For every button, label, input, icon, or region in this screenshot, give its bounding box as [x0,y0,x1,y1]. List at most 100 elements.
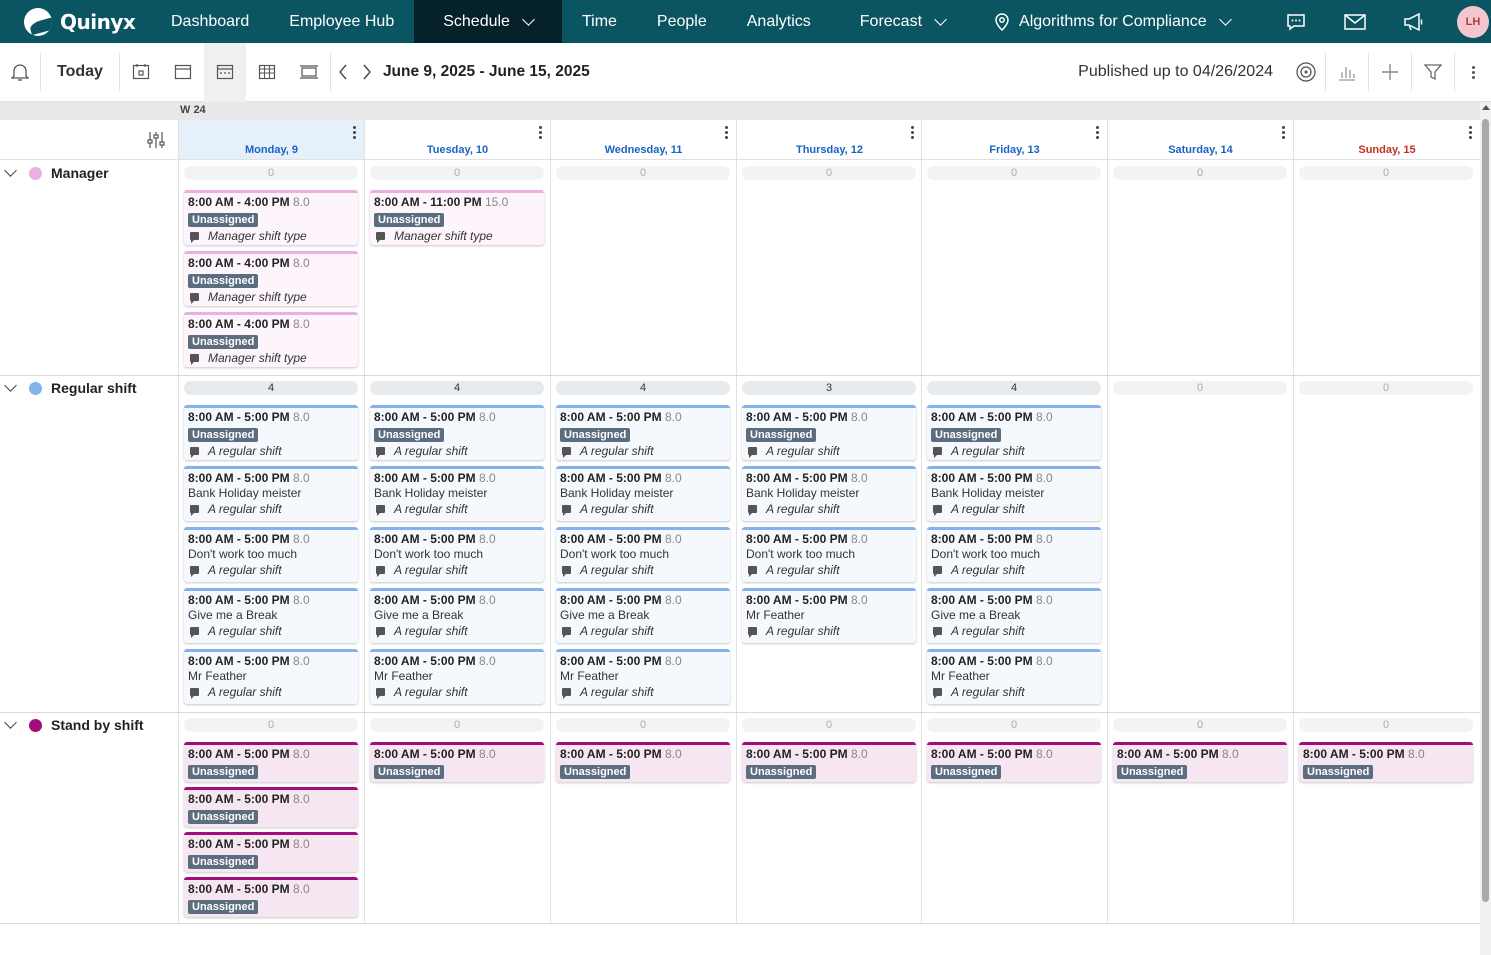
shift-card[interactable]: 8:00 AM - 5:00 PM 8.0 Give me a Break A re… [556,588,730,643]
today-button[interactable]: Today [41,43,119,102]
shift-card[interactable]: 8:00 AM - 5:00 PM 8.0 Give me a Break A re… [927,588,1101,643]
add-shift-button[interactable] [1369,43,1411,102]
nav-people[interactable]: People [637,0,727,43]
shift-card[interactable]: 8:00 AM - 5:00 PM 8.0 Unassigned [1299,742,1473,782]
group-header[interactable]: Manager [0,163,109,183]
shift-time: 8:00 AM - 5:00 PM 8.0 [560,410,726,425]
shift-card[interactable]: 8:00 AM - 5:00 PM 8.0 Bank Holiday meiste… [742,466,916,521]
shift-hours: 8.0 [478,593,496,607]
kebab-icon[interactable] [353,126,356,139]
day-header[interactable]: Friday, 13 [921,120,1107,160]
shift-card[interactable]: 8:00 AM - 5:00 PM 8.0 Unassigned A regular… [927,405,1101,460]
timeline-view-button[interactable] [288,43,330,102]
comment-icon [562,447,571,458]
shift-card[interactable]: 8:00 AM - 5:00 PM 8.0 Unassigned [1113,742,1287,782]
shift-card[interactable]: 8:00 AM - 5:00 PM 8.0 Give me a Break A re… [184,588,358,643]
chevron-down-icon[interactable] [4,164,17,177]
chevron-down-icon[interactable] [4,716,17,729]
shift-card[interactable]: 8:00 AM - 5:00 PM 8.0 Unassigned A regular… [370,405,544,460]
shift-card[interactable]: 8:00 AM - 5:00 PM 8.0 Don't work too much… [927,527,1101,582]
kebab-icon[interactable] [725,126,728,139]
shift-card[interactable]: 8:00 AM - 5:00 PM 8.0 Mr Feather A regular… [927,649,1101,704]
nav-analytics[interactable]: Analytics [727,0,840,43]
shift-card[interactable]: 8:00 AM - 5:00 PM 8.0 Unassigned [742,742,916,782]
next-week-button[interactable] [355,43,379,102]
shift-card[interactable]: 8:00 AM - 11:00 PM 15.0 Unassigned Manager… [370,190,544,245]
filter-button[interactable] [1412,43,1454,102]
shift-card[interactable]: 8:00 AM - 5:00 PM 8.0 Mr Feather A regular… [184,649,358,704]
shift-card[interactable]: 8:00 AM - 5:00 PM 8.0 Unassigned [184,787,358,827]
day-header[interactable]: Sunday, 15 [1293,120,1480,160]
kebab-icon[interactable] [911,126,914,139]
shift-card[interactable]: 8:00 AM - 5:00 PM 8.0 Bank Holiday meiste… [184,466,358,521]
statistics-button[interactable] [1326,43,1368,102]
shift-card[interactable]: 8:00 AM - 5:00 PM 8.0 Unassigned A regular… [184,405,358,460]
group-header[interactable]: Regular shift [0,378,137,398]
location-selector[interactable]: Algorithms for Compliance [965,0,1250,43]
shift-card[interactable]: 8:00 AM - 5:00 PM 8.0 Unassigned A regular… [742,405,916,460]
scroll-up-arrow-icon[interactable] [1482,105,1490,110]
shift-card[interactable]: 8:00 AM - 5:00 PM 8.0 Don't work too much… [556,527,730,582]
kebab-icon[interactable] [539,126,542,139]
sliders-icon[interactable] [146,131,166,149]
employee-name: Give me a Break [560,608,650,622]
shift-card[interactable]: 8:00 AM - 4:00 PM 8.0 Unassigned Manager s… [184,251,358,306]
previous-week-button[interactable] [331,43,355,102]
nav-time[interactable]: Time [562,0,637,43]
shift-card[interactable]: 8:00 AM - 5:00 PM 8.0 Unassigned [184,742,358,782]
day-header[interactable]: Thursday, 12 [736,120,922,160]
shift-card[interactable]: 8:00 AM - 4:00 PM 8.0 Unassigned Manager s… [184,190,358,245]
announcements-button[interactable] [1384,0,1443,43]
shift-card[interactable]: 8:00 AM - 5:00 PM 8.0 Bank Holiday meiste… [927,466,1101,521]
publish-button[interactable] [1287,43,1325,102]
kebab-icon[interactable] [1469,126,1472,139]
day-header[interactable]: Tuesday, 10 [364,120,550,160]
vertical-scrollbar[interactable] [1480,102,1491,955]
assignee-row: Unassigned [560,425,726,443]
shift-card[interactable]: 8:00 AM - 5:00 PM 8.0 Unassigned [927,742,1101,782]
nav-dashboard[interactable]: Dashboard [151,0,269,43]
shift-card[interactable]: 8:00 AM - 5:00 PM 8.0 Don't work too much… [742,527,916,582]
day-header[interactable]: Monday, 9 [178,120,364,160]
chevron-down-icon[interactable] [4,379,17,392]
unassigned-badge: Unassigned [188,765,259,779]
shift-card[interactable]: 8:00 AM - 4:00 PM 8.0 Unassigned Manager s… [184,312,358,367]
day-header[interactable]: Wednesday, 11 [550,120,736,160]
shift-card[interactable]: 8:00 AM - 5:00 PM 8.0 Bank Holiday meiste… [370,466,544,521]
shift-card[interactable]: 8:00 AM - 5:00 PM 8.0 Don't work too much… [370,527,544,582]
nav-employee-hub[interactable]: Employee Hub [269,0,414,43]
shift-card[interactable]: 8:00 AM - 5:00 PM 8.0 Unassigned A regular… [556,405,730,460]
nav-forecast[interactable]: Forecast [840,0,965,43]
shift-card[interactable]: 8:00 AM - 5:00 PM 8.0 Bank Holiday meiste… [556,466,730,521]
kebab-icon[interactable] [1282,126,1285,139]
day-view-button[interactable] [120,43,162,102]
date-range[interactable]: June 9, 2025 - June 15, 2025 [379,63,590,81]
chat-button[interactable] [1266,0,1325,43]
shift-card[interactable]: 8:00 AM - 5:00 PM 8.0 Unassigned [556,742,730,782]
avatar[interactable]: LH [1457,5,1489,38]
shift-card[interactable]: 8:00 AM - 5:00 PM 8.0 Mr Feather A regular… [742,588,916,643]
month-view-button[interactable] [246,43,288,102]
shift-card[interactable]: 8:00 AM - 5:00 PM 8.0 Don't work too much… [184,527,358,582]
more-options-button[interactable] [1455,43,1491,102]
week-view-button[interactable] [162,43,204,102]
kebab-icon[interactable] [1096,126,1099,139]
shift-card[interactable]: 8:00 AM - 5:00 PM 8.0 Mr Feather A regular… [370,649,544,704]
mail-button[interactable] [1325,0,1384,43]
shift-card[interactable]: 8:00 AM - 5:00 PM 8.0 Unassigned [370,742,544,782]
nav-schedule[interactable]: Schedule [414,0,562,43]
day-header[interactable]: Saturday, 14 [1107,120,1293,160]
schedule-view-button[interactable] [203,42,246,102]
shift-type-label: A regular shift [951,624,1025,638]
shift-card[interactable]: 8:00 AM - 5:00 PM 8.0 Unassigned [184,877,358,917]
shift-time: 8:00 AM - 5:00 PM 8.0 [374,532,540,547]
quinyx-logo[interactable]: Quinyx [0,0,151,43]
notifications-button[interactable] [0,43,40,102]
group-header[interactable]: Stand by shift [0,715,144,735]
group-name: Manager [51,165,109,181]
shift-card[interactable]: 8:00 AM - 5:00 PM 8.0 Mr Feather A regular… [556,649,730,704]
shift-card[interactable]: 8:00 AM - 5:00 PM 8.0 Unassigned [184,832,358,872]
scrollbar-thumb[interactable] [1482,119,1489,902]
shift-card[interactable]: 8:00 AM - 5:00 PM 8.0 Give me a Break A re… [370,588,544,643]
assignee-row: Unassigned [188,425,354,443]
